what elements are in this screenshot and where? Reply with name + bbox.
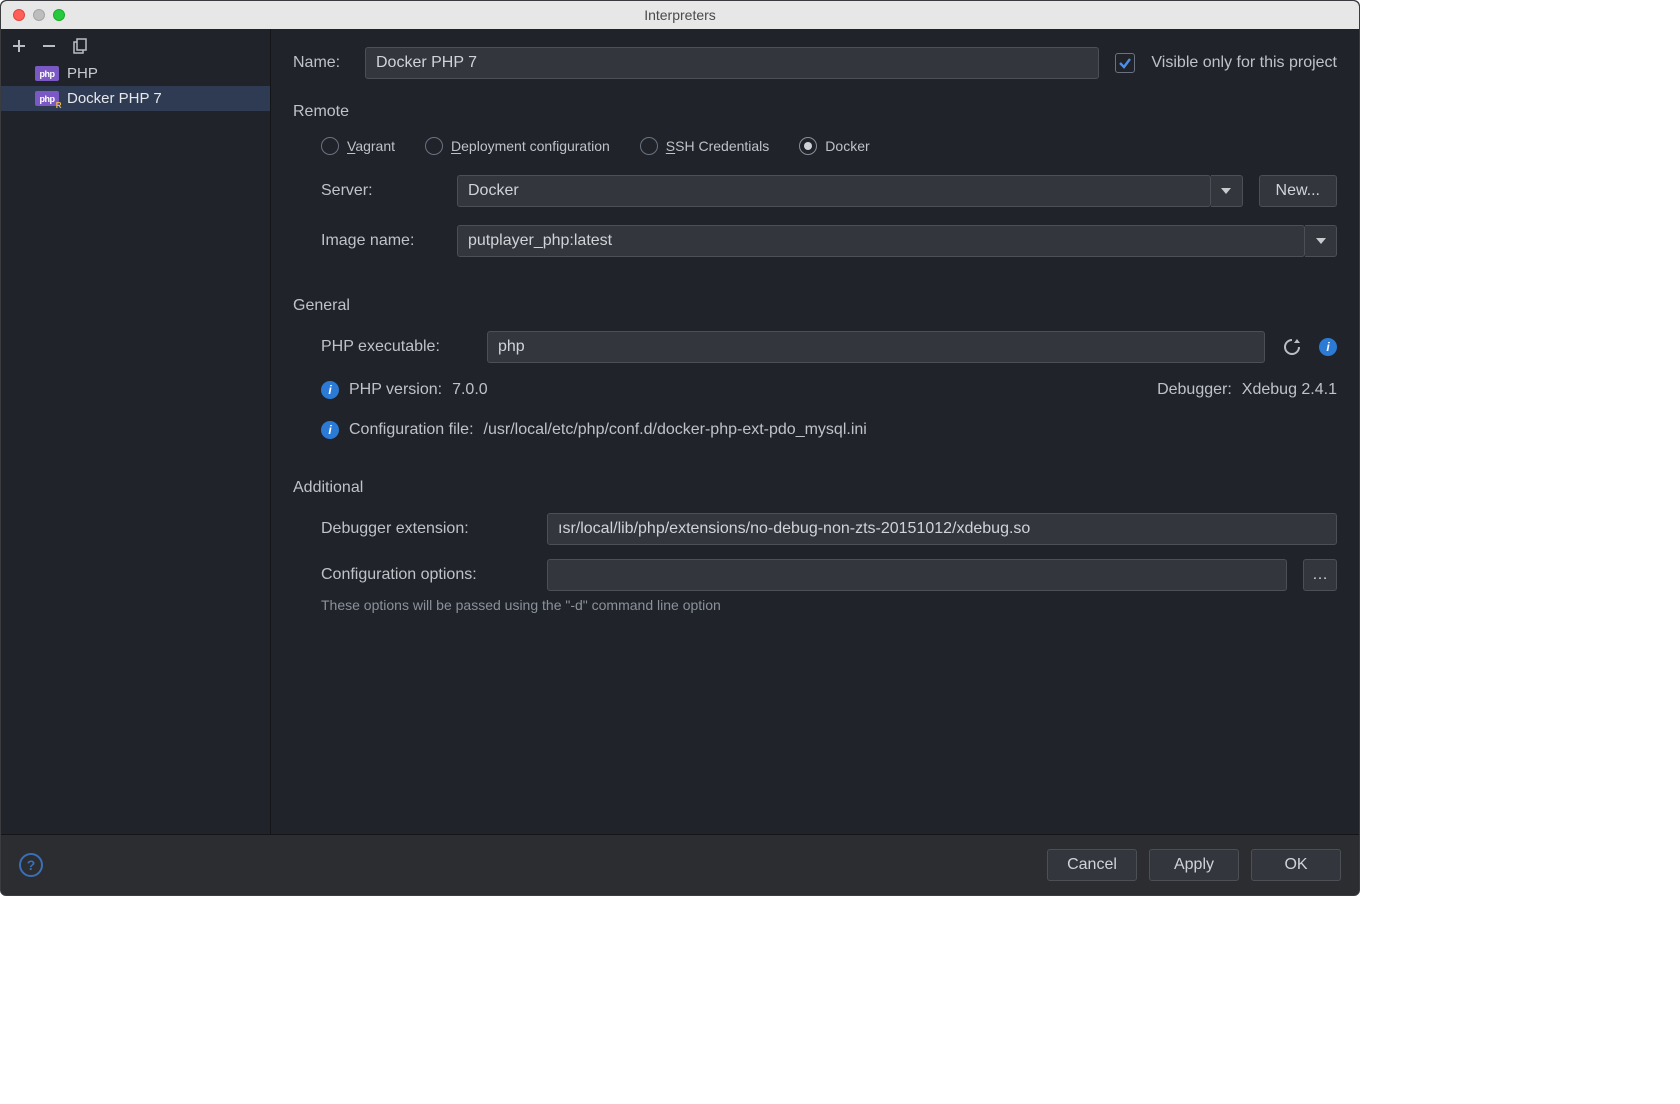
interpreter-label: PHP: [67, 65, 98, 82]
debugger-ext-label: Debugger extension:: [321, 520, 531, 538]
ok-button[interactable]: OK: [1251, 849, 1341, 881]
php-version-value: 7.0.0: [452, 381, 488, 399]
general-section-title: General: [293, 297, 1337, 315]
copy-icon[interactable]: [71, 37, 89, 55]
name-label: Name:: [293, 54, 349, 72]
window-title: Interpreters: [1, 7, 1359, 23]
config-options-browse-button[interactable]: …: [1303, 559, 1337, 591]
server-label: Server:: [321, 182, 441, 200]
image-name-select[interactable]: [457, 225, 1305, 257]
interpreter-list-item[interactable]: php Docker PHP 7: [1, 86, 270, 111]
info-icon[interactable]: i: [1319, 338, 1337, 356]
titlebar: Interpreters: [1, 1, 1359, 29]
radio-docker[interactable]: Docker: [799, 137, 869, 155]
radio-vagrant[interactable]: Vagrant: [321, 137, 395, 155]
additional-section-title: Additional: [293, 479, 1337, 497]
add-icon[interactable]: [11, 38, 27, 54]
config-options-hint: These options will be passed using the "…: [293, 597, 1337, 613]
interpreter-list-panel: php PHP php Docker PHP 7: [1, 29, 271, 834]
radio-ssh[interactable]: SSH Credentials: [640, 137, 770, 155]
config-options-input[interactable]: [547, 559, 1287, 591]
info-icon: i: [321, 381, 339, 399]
interpreter-list-item[interactable]: php PHP: [1, 61, 270, 86]
chevron-down-icon: [1221, 188, 1231, 194]
visible-project-label: Visible only for this project: [1151, 54, 1337, 72]
dialog-footer: ? Cancel Apply OK: [1, 834, 1359, 895]
interpreter-label: Docker PHP 7: [67, 90, 162, 107]
remote-section-title: Remote: [293, 103, 1337, 121]
info-icon: i: [321, 421, 339, 439]
interpreter-details: Name: Visible only for this project Remo…: [271, 29, 1359, 834]
debugger-label: Debugger:: [1157, 381, 1232, 399]
remove-icon[interactable]: [41, 38, 57, 54]
remote-type-radiogroup: Vagrant Deployment configuration SSH Cre…: [293, 137, 1337, 155]
debugger-value: Xdebug 2.4.1: [1242, 381, 1337, 399]
config-file-value: /usr/local/etc/php/conf.d/docker-php-ext…: [484, 421, 867, 439]
php-executable-label: PHP executable:: [321, 338, 471, 356]
image-name-label: Image name:: [321, 232, 441, 250]
visible-project-checkbox[interactable]: [1115, 53, 1135, 73]
debugger-ext-input[interactable]: [547, 513, 1337, 545]
php-executable-input[interactable]: [487, 331, 1265, 363]
php-version-label: PHP version:: [349, 381, 442, 399]
new-server-button[interactable]: New...: [1259, 175, 1337, 207]
cancel-button[interactable]: Cancel: [1047, 849, 1137, 881]
server-dropdown-button[interactable]: [1211, 175, 1243, 207]
php-remote-icon: php: [35, 91, 59, 106]
config-file-label: Configuration file:: [349, 421, 474, 439]
refresh-icon[interactable]: [1281, 336, 1303, 358]
php-icon: php: [35, 66, 59, 81]
help-button[interactable]: ?: [19, 853, 43, 877]
chevron-down-icon: [1316, 238, 1326, 244]
server-select[interactable]: [457, 175, 1211, 207]
config-options-label: Configuration options:: [321, 566, 531, 584]
image-dropdown-button[interactable]: [1305, 225, 1337, 257]
radio-deployment[interactable]: Deployment configuration: [425, 137, 610, 155]
interpreters-dialog: Interpreters php PHP ph: [0, 0, 1360, 896]
apply-button[interactable]: Apply: [1149, 849, 1239, 881]
name-input[interactable]: [365, 47, 1099, 79]
